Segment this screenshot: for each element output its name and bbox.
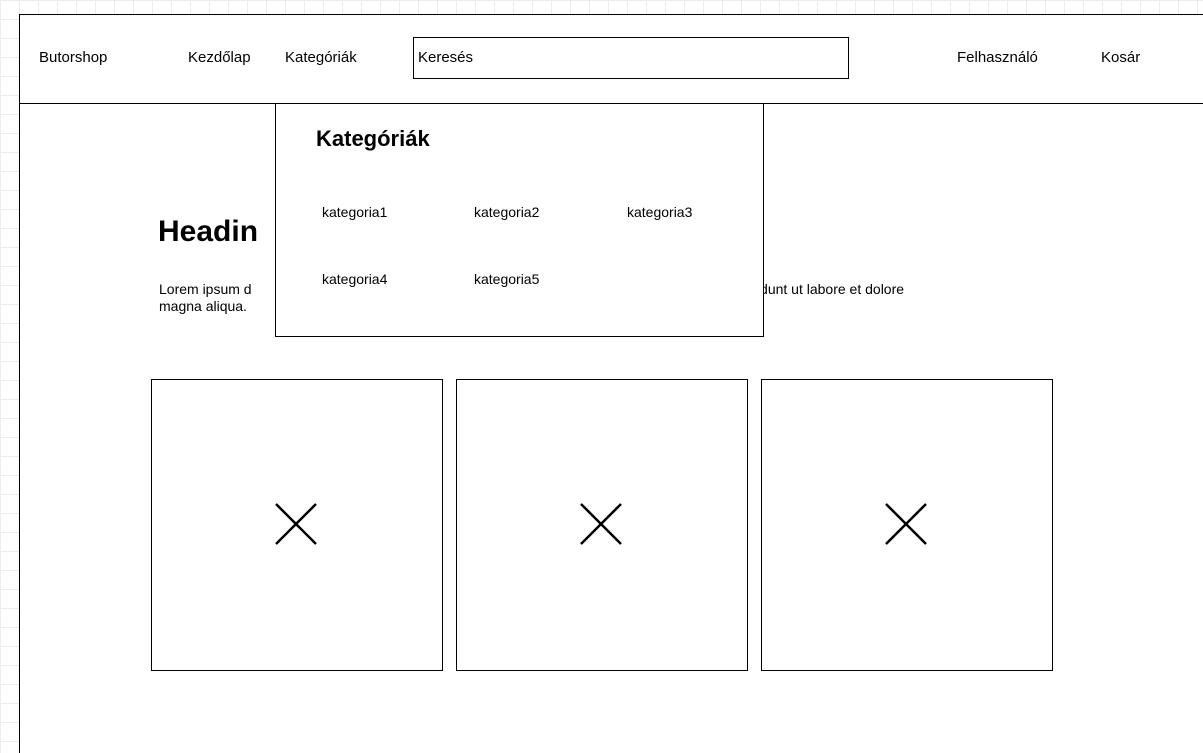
dropdown-item-kategoria2[interactable]: kategoria2 <box>474 204 539 220</box>
intro-paragraph-line2: magna aliqua. <box>159 298 247 314</box>
image-placeholder-x-icon <box>580 503 622 545</box>
search-input[interactable]: Keresés <box>413 37 849 79</box>
page-frame: Butorshop Kezdőlap Kategóriák Keresés Fe… <box>19 14 1203 753</box>
nav-link-categories[interactable]: Kategóriák <box>285 49 357 66</box>
dropdown-item-kategoria3[interactable]: kategoria3 <box>627 204 692 220</box>
product-card[interactable] <box>151 379 443 671</box>
brand-logo-link[interactable]: Butorshop <box>39 49 107 66</box>
image-placeholder-x-icon <box>885 503 927 545</box>
dropdown-item-kategoria1[interactable]: kategoria1 <box>322 204 387 220</box>
dropdown-item-kategoria4[interactable]: kategoria4 <box>322 271 387 287</box>
dropdown-item-kategoria5[interactable]: kategoria5 <box>474 271 539 287</box>
product-card[interactable] <box>761 379 1053 671</box>
product-card[interactable] <box>456 379 748 671</box>
nav-link-cart[interactable]: Kosár <box>1101 49 1140 66</box>
dropdown-title: Kategóriák <box>316 126 430 151</box>
top-navbar: Butorshop Kezdőlap Kategóriák Keresés Fe… <box>20 15 1203 104</box>
image-placeholder-x-icon <box>275 503 317 545</box>
nav-link-user[interactable]: Felhasználó <box>957 49 1038 66</box>
page-heading: Headin <box>158 215 259 248</box>
categories-dropdown-menu: Kategóriák kategoria1 kategoria2 kategor… <box>275 103 764 337</box>
nav-link-home[interactable]: Kezdőlap <box>188 49 251 66</box>
intro-paragraph-start: Lorem ipsum d <box>159 281 252 297</box>
